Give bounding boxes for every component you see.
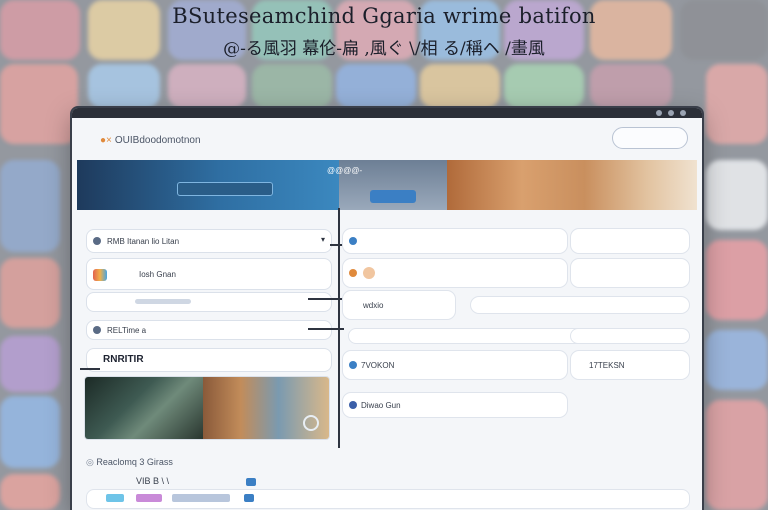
window-control-icon[interactable] [680, 110, 686, 116]
camera-icon[interactable] [303, 415, 319, 431]
page-title: BSuteseamchind Ggaria wrime batifon [172, 4, 596, 28]
list-item-label: Diwao Gun [361, 401, 401, 410]
section-title-text: Reaclomq 3 Girass [96, 457, 173, 467]
item-icon [93, 237, 101, 245]
tag-chip[interactable] [244, 494, 254, 502]
list-item-label: RELTime a [107, 326, 147, 335]
connector-line [308, 298, 344, 300]
banner-search-chip[interactable] [177, 182, 273, 196]
banner-action-chip[interactable] [370, 190, 416, 203]
value-label: 17TEKSN [589, 361, 625, 370]
item-icon [349, 269, 357, 277]
list-item[interactable] [342, 258, 568, 288]
photo-card[interactable] [84, 376, 330, 440]
item-avatar-icon [93, 269, 107, 281]
window-control-icon[interactable] [668, 110, 674, 116]
list-item[interactable]: Diwao Gun [342, 392, 568, 418]
list-item-label: wdxio [363, 301, 384, 310]
item-icon [93, 326, 101, 334]
connector-line [80, 368, 100, 370]
tag-chip[interactable] [172, 494, 230, 502]
section-title: ◎ Reaclomq 3 Girass [86, 457, 173, 468]
placeholder-bar [135, 299, 191, 304]
value-cell[interactable] [570, 328, 690, 344]
list-item-label: Iosh Gnan [139, 270, 176, 279]
section-icon: ◎ [86, 457, 97, 467]
chevron-down-icon: ▾ [320, 235, 325, 244]
list-item[interactable]: RMB Itanan lio Litan ▾ [86, 229, 332, 253]
app-window: ●× OUIBdoodomotnon @@@@- RMB Itanan lio L… [72, 108, 702, 510]
page-subtitle: @-る風羽 幕伦-扁 ,風ぐ \/相 る/稱ヘ /畫風 [223, 39, 545, 59]
section-sub-label: VIB B \ \ [136, 476, 170, 486]
list-item[interactable]: RNRITIR [86, 348, 332, 372]
list-item[interactable]: RELTime a [86, 320, 332, 340]
brand-logo-icon: ●× [100, 135, 112, 146]
value-cell[interactable] [470, 296, 690, 314]
banner-caption: @@@@- [327, 166, 363, 175]
connector-line [308, 328, 344, 330]
list-item-label: RMB Itanan lio Litan [107, 237, 180, 246]
window-titlebar [72, 108, 702, 118]
avatar [363, 267, 375, 279]
list-item-label: RNRITIR [103, 354, 144, 365]
list-item[interactable] [342, 228, 568, 254]
banner-image-right [447, 160, 697, 210]
app-brand: ●× OUIBdoodomotnon [100, 135, 201, 146]
list-item[interactable]: wdxio [342, 290, 456, 320]
list-item-label: 7VOKON [361, 361, 395, 370]
window-control-icon[interactable] [656, 110, 662, 116]
value-cell[interactable]: 17TEKSN [570, 350, 690, 380]
item-icon [349, 361, 357, 369]
tag-chip[interactable] [106, 494, 124, 502]
photo-thumbnail [85, 377, 203, 439]
list-item[interactable]: 7VOKON [342, 350, 568, 380]
item-icon [349, 237, 357, 245]
value-cell[interactable] [570, 228, 690, 254]
brand-name: OUIBdoodomotnon [114, 135, 201, 146]
item-icon [349, 401, 357, 409]
tag-chip[interactable] [136, 494, 162, 502]
list-item[interactable] [86, 292, 332, 312]
status-badge [246, 478, 256, 486]
header-action-button[interactable] [612, 127, 688, 149]
list-item[interactable]: Iosh Gnan [86, 258, 332, 290]
hero-banner: @@@@- [77, 160, 697, 210]
value-cell[interactable] [570, 258, 690, 288]
